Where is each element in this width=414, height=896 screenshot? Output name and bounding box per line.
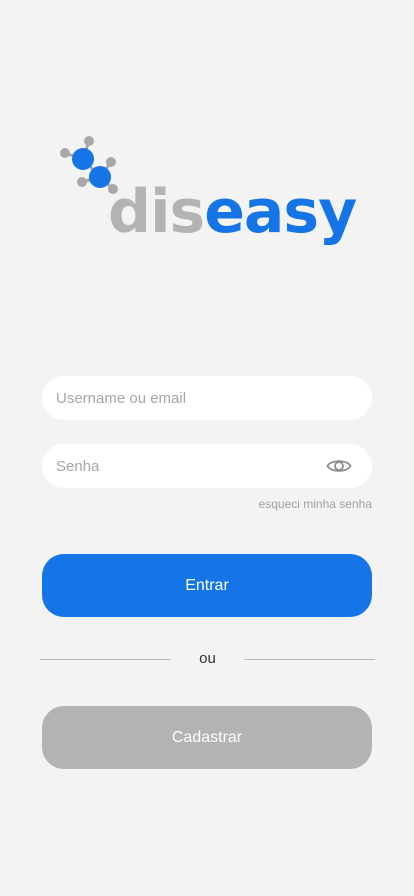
- divider-line-right: [244, 659, 375, 660]
- register-button[interactable]: Cadastrar: [42, 706, 372, 769]
- password-input[interactable]: [56, 444, 326, 488]
- password-field[interactable]: [42, 444, 372, 488]
- eye-icon[interactable]: [326, 457, 352, 475]
- username-field[interactable]: [42, 376, 372, 420]
- divider-label: ou: [199, 650, 216, 667]
- app-logo: diseasy: [55, 130, 357, 270]
- wordmark-part-dis: dis: [108, 177, 205, 247]
- divider-line-left: [40, 659, 171, 660]
- login-button[interactable]: Entrar: [42, 554, 372, 617]
- forgot-password-link[interactable]: esqueci minha senha: [259, 497, 372, 511]
- wordmark: diseasy: [108, 182, 357, 242]
- wordmark-part-easy: easy: [204, 177, 357, 247]
- username-input[interactable]: [56, 376, 326, 420]
